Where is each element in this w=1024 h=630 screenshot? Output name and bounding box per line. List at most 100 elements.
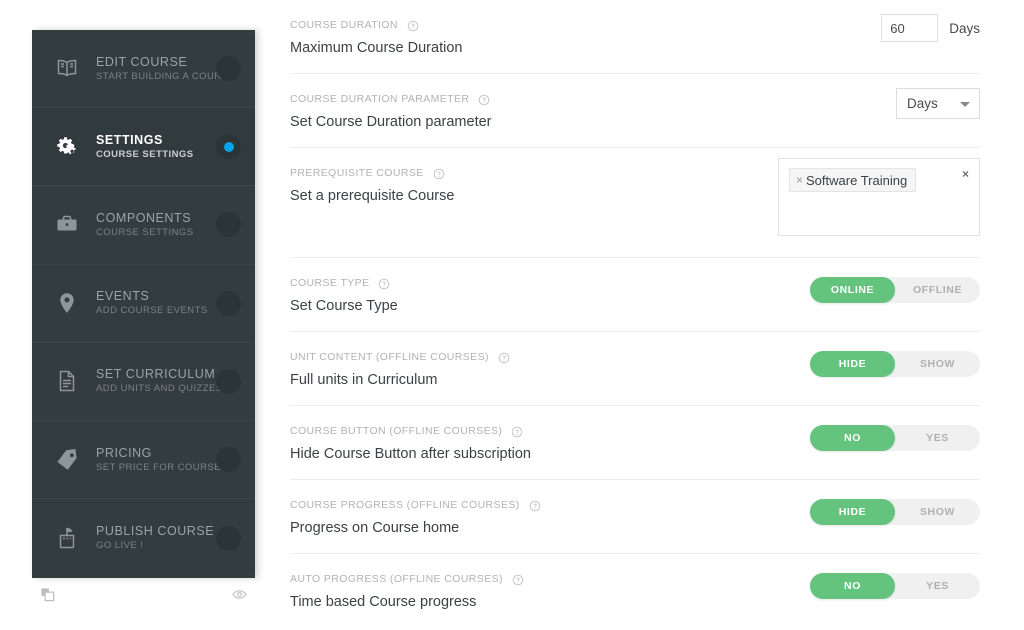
- setting-row: COURSE PROGRESS (OFFLINE COURSES)Progres…: [290, 480, 980, 554]
- sidebar-item-text: EDIT COURSESTART BUILDING A COURSE: [96, 55, 216, 83]
- toggle-control: NOYES: [810, 406, 980, 451]
- setting-control: ONLINEOFFLINE: [810, 258, 980, 331]
- toggle-option-no[interactable]: NO: [810, 573, 895, 599]
- prerequisite-course-multiselect[interactable]: ×Software Training×: [778, 158, 980, 236]
- sidebar-item-events[interactable]: EVENTSADD COURSE EVENTS: [32, 265, 255, 343]
- sidebar-item-sublabel: COURSE SETTINGS: [96, 226, 216, 239]
- sidebar-item-sublabel: SET PRICE FOR COURSE: [96, 461, 216, 474]
- sidebar-item-label: COMPONENTS: [96, 211, 216, 226]
- setting-row: COURSE DURATIONMaximum Course DurationDa…: [290, 0, 980, 74]
- sidebar-status-dot: [216, 291, 241, 316]
- price-tag-icon: [52, 445, 82, 475]
- chevron-down-icon: [960, 102, 970, 107]
- setting-control: HIDESHOW: [810, 332, 980, 405]
- help-icon[interactable]: [511, 426, 523, 438]
- setting-toggle[interactable]: NOYES: [810, 573, 980, 599]
- toggle-option-show[interactable]: SHOW: [895, 351, 980, 377]
- sidebar-item-text: PUBLISH COURSEGO LIVE !: [96, 524, 216, 552]
- setting-toggle[interactable]: NOYES: [810, 425, 980, 451]
- duration-control: Days: [881, 0, 980, 42]
- toggle-option-offline[interactable]: OFFLINE: [895, 277, 980, 303]
- setting-label-text: PREREQUISITE COURSE: [290, 167, 424, 180]
- setting-row: PREREQUISITE COURSESet a prerequisite Co…: [290, 148, 980, 258]
- toggle-control: HIDESHOW: [810, 332, 980, 377]
- book-icon: [52, 54, 82, 84]
- clear-all-icon[interactable]: ×: [962, 167, 969, 181]
- sidebar-item-components[interactable]: COMPONENTSCOURSE SETTINGS: [32, 186, 255, 264]
- toggle-option-hide[interactable]: HIDE: [810, 351, 895, 377]
- help-icon[interactable]: [433, 168, 445, 180]
- toggle-option-online[interactable]: ONLINE: [810, 277, 895, 303]
- sidebar-item-sublabel: GO LIVE !: [96, 539, 216, 552]
- sidebar-footer: [32, 580, 255, 608]
- setting-label: COURSE DURATION PARAMETER: [290, 93, 980, 106]
- sidebar-item-text: SETTINGSCOURSE SETTINGS: [96, 133, 216, 161]
- setting-row: UNIT CONTENT (OFFLINE COURSES)Full units…: [290, 332, 980, 406]
- duration-unit-label: Days: [949, 21, 980, 36]
- toggle-option-show[interactable]: SHOW: [895, 499, 980, 525]
- map-pin-icon: [52, 288, 82, 318]
- sidebar-status-dot: [216, 212, 241, 237]
- setting-control: ×Software Training×: [778, 148, 980, 257]
- gears-icon: [52, 132, 82, 162]
- setting-label-text: COURSE PROGRESS (OFFLINE COURSES): [290, 499, 520, 512]
- help-icon[interactable]: [498, 352, 510, 364]
- setting-control: NOYES: [810, 554, 980, 628]
- setting-label-text: COURSE BUTTON (OFFLINE COURSES): [290, 425, 502, 438]
- setting-title: Set Course Duration parameter: [290, 113, 980, 132]
- setting-row: AUTO PROGRESS (OFFLINE COURSES)Time base…: [290, 554, 980, 628]
- sidebar-item-sublabel: COURSE SETTINGS: [96, 148, 216, 161]
- toggle-option-no[interactable]: NO: [810, 425, 895, 451]
- setting-label-text: COURSE DURATION: [290, 19, 398, 32]
- remove-tag-icon[interactable]: ×: [796, 173, 803, 187]
- settings-list: COURSE DURATIONMaximum Course DurationDa…: [290, 0, 980, 630]
- multiselect-control: ×Software Training×: [778, 148, 980, 236]
- sidebar-item-label: SET CURRICULUM: [96, 367, 216, 382]
- eye-icon[interactable]: [232, 587, 247, 602]
- sidebar-item-publish-course[interactable]: PUBLISH COURSEGO LIVE !: [32, 499, 255, 577]
- help-icon[interactable]: [529, 500, 541, 512]
- setting-row: COURSE TYPESet Course TypeONLINEOFFLINE: [290, 258, 980, 332]
- duplicate-icon[interactable]: [40, 587, 55, 602]
- setting-toggle[interactable]: HIDESHOW: [810, 499, 980, 525]
- toggle-control: HIDESHOW: [810, 480, 980, 525]
- sidebar-status-dot: [216, 369, 241, 394]
- setting-row: COURSE DURATION PARAMETER Set Course Dura…: [290, 74, 980, 148]
- sidebar-item-settings[interactable]: SETTINGSCOURSE SETTINGS: [32, 108, 255, 186]
- toggle-option-hide[interactable]: HIDE: [810, 499, 895, 525]
- sidebar-item-text: EVENTSADD COURSE EVENTS: [96, 289, 216, 317]
- publish-icon: [52, 523, 82, 553]
- setting-control: HIDESHOW: [810, 480, 980, 553]
- status-dot-inner: [224, 142, 234, 152]
- help-icon[interactable]: [407, 20, 419, 32]
- course-duration-input[interactable]: [881, 14, 938, 42]
- sidebar-item-text: COMPONENTSCOURSE SETTINGS: [96, 211, 216, 239]
- sidebar-item-sublabel: START BUILDING A COURSE: [96, 70, 216, 83]
- setting-toggle[interactable]: ONLINEOFFLINE: [810, 277, 980, 303]
- duration-parameter-select[interactable]: Days: [896, 88, 980, 119]
- toggle-option-yes[interactable]: YES: [895, 425, 980, 451]
- help-icon[interactable]: [378, 278, 390, 290]
- help-icon[interactable]: [478, 94, 490, 106]
- sidebar-item-label: EVENTS: [96, 289, 216, 304]
- toggle-option-yes[interactable]: YES: [895, 573, 980, 599]
- toolbox-icon: [52, 210, 82, 240]
- sidebar: EDIT COURSESTART BUILDING A COURSE SETTIN…: [32, 30, 255, 578]
- sidebar-item-set-curriculum[interactable]: SET CURRICULUMADD UNITS AND QUIZZES: [32, 343, 255, 421]
- sidebar-item-sublabel: ADD COURSE EVENTS: [96, 304, 216, 317]
- sidebar-item-label: PUBLISH COURSE: [96, 524, 216, 539]
- sidebar-item-label: PRICING: [96, 446, 216, 461]
- tag-label: Software Training: [806, 173, 907, 188]
- setting-label-text: UNIT CONTENT (OFFLINE COURSES): [290, 351, 489, 364]
- setting-toggle[interactable]: HIDESHOW: [810, 351, 980, 377]
- sidebar-item-edit-course[interactable]: EDIT COURSESTART BUILDING A COURSE: [32, 30, 255, 108]
- sidebar-item-pricing[interactable]: PRICINGSET PRICE FOR COURSE: [32, 421, 255, 499]
- selected-course-tag[interactable]: ×Software Training: [789, 168, 916, 192]
- setting-label: COURSE DURATION: [290, 19, 980, 32]
- sidebar-item-text: PRICINGSET PRICE FOR COURSE: [96, 446, 216, 474]
- help-icon[interactable]: [512, 574, 524, 586]
- sidebar-item-sublabel: ADD UNITS AND QUIZZES: [96, 382, 216, 395]
- sidebar-item-text: SET CURRICULUMADD UNITS AND QUIZZES: [96, 367, 216, 395]
- setting-control: Days: [881, 0, 980, 73]
- sidebar-item-label: SETTINGS: [96, 133, 216, 148]
